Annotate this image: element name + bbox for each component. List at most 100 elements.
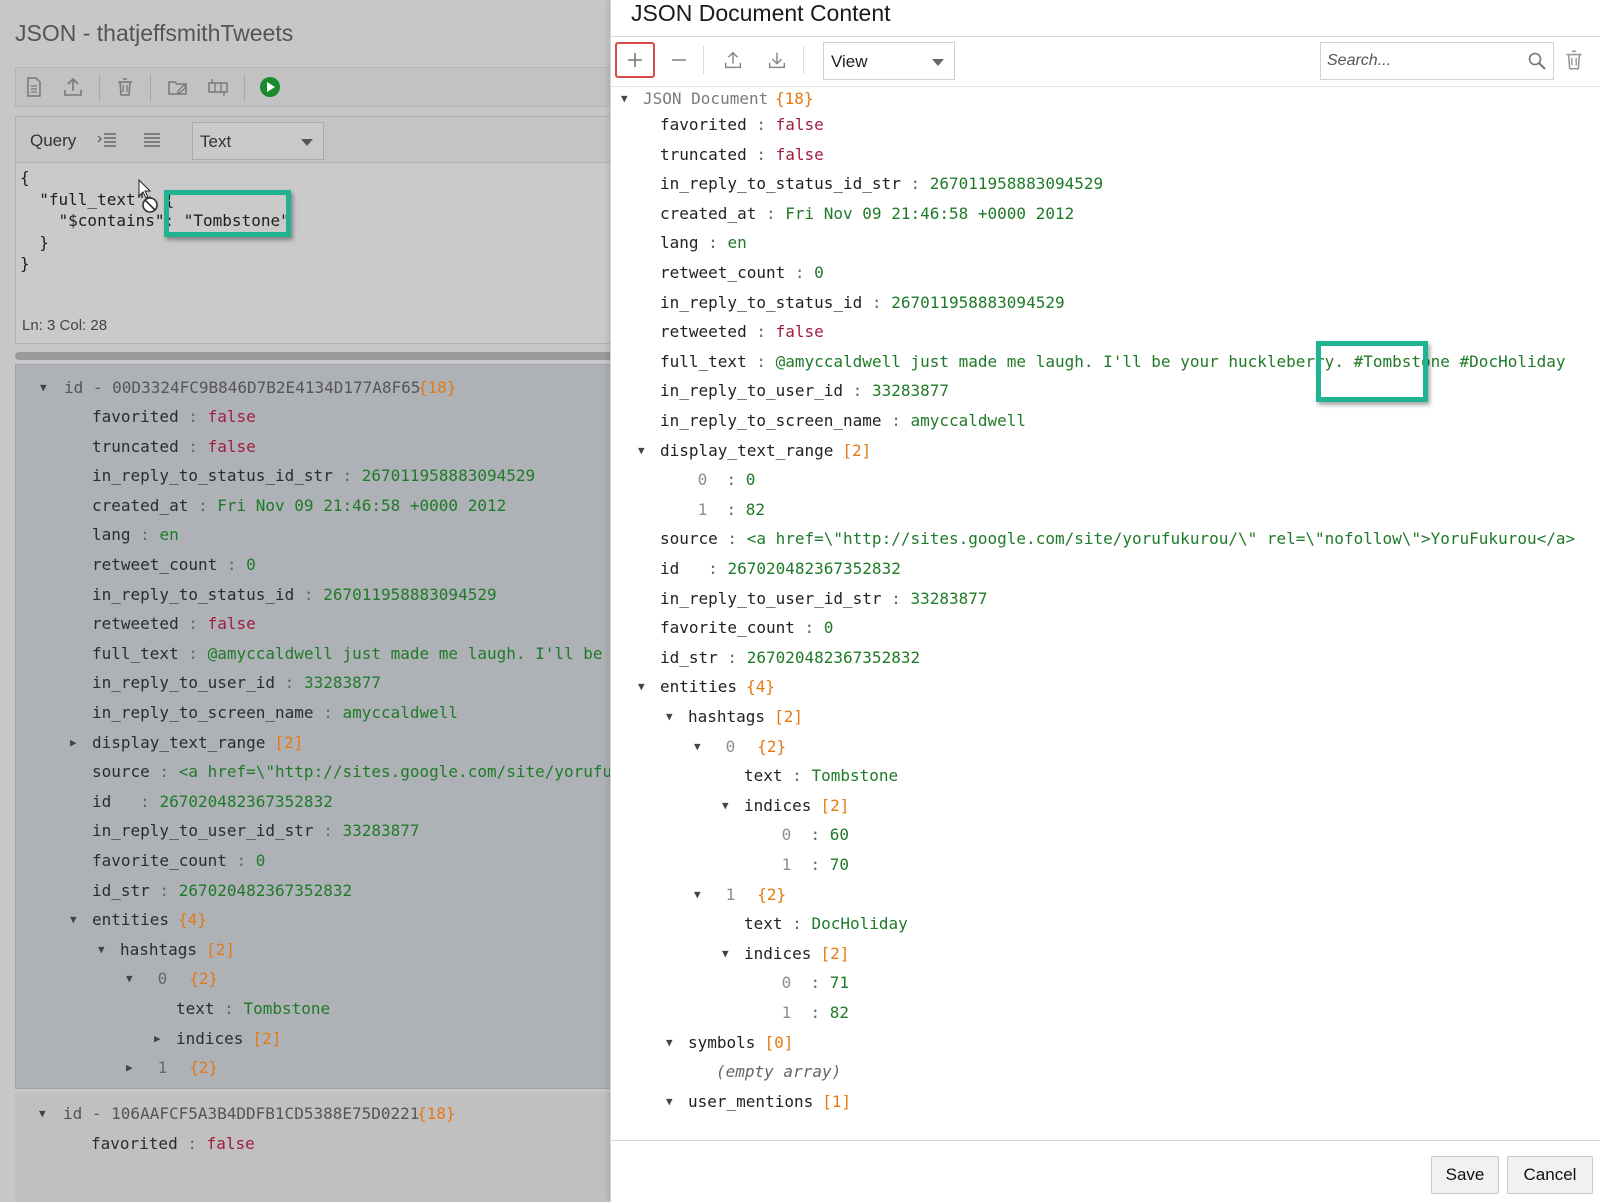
remove-node-button[interactable] [659,42,699,78]
tree-row[interactable]: favorited : false [92,405,256,429]
tree-row[interactable]: in_reply_to_status_id_str : 267011958883… [92,464,535,488]
document-icon[interactable] [22,75,46,99]
tree-row[interactable]: text : Tombstone [744,764,898,788]
tree-row[interactable]: favorited : false [91,1132,255,1156]
search-input[interactable] [1327,50,1517,72]
tree-row[interactable]: 0 : 60 [772,823,849,847]
add-node-button[interactable] [615,42,655,78]
expand-toggle-icon[interactable]: ▼ [621,87,628,111]
tree-row[interactable]: ▶ display_text_range [2] [70,731,303,755]
tree-row[interactable]: lang : en [92,523,179,547]
tree-row[interactable]: created_at : Fri Nov 09 21:46:58 +0000 2… [660,202,1074,226]
tree-row[interactable]: ▼ 1 {2} [694,883,786,907]
tree-row[interactable]: truncated : false [92,435,256,459]
expand-toggle-icon[interactable]: ▶ [154,1027,161,1051]
tree-row[interactable]: id : 267020482367352832 [660,557,901,581]
collapse-toggle-icon[interactable]: ▼ [70,908,77,932]
download-button[interactable] [757,42,797,78]
tree-row[interactable]: source : <a href=\"http://sites.google.c… [92,760,610,784]
save-button[interactable]: Save [1431,1156,1499,1194]
tree-row[interactable]: created_at : Fri Nov 09 21:46:58 +0000 2… [92,494,506,518]
tree-row[interactable]: favorite_count : 0 [660,616,833,640]
tree-row[interactable]: 0 : 71 [772,971,849,995]
tree-row[interactable]: 1 : 82 [772,1001,849,1025]
query-mode-select[interactable]: Text [192,122,324,160]
collapse-toggle-icon[interactable]: ▼ [666,1090,673,1114]
upload-icon[interactable] [61,75,85,99]
tree-row[interactable]: retweet_count : 0 [92,553,256,577]
tree-row[interactable]: 0 : 0 [688,468,756,492]
tree-row[interactable]: ▼ user_mentions [1] [666,1090,851,1114]
collapse-toggle-icon[interactable]: ▼ [98,938,105,962]
tree-row[interactable]: ▼ entities {4} [70,908,207,932]
indent-icon[interactable] [96,129,118,151]
expand-toggle-icon[interactable]: ▼ [40,376,47,400]
tree-row[interactable]: text : DocHoliday [744,912,908,936]
tree-row[interactable]: truncated : false [660,143,824,167]
tree-row[interactable]: full_text : @amyccaldwell just made me l… [92,642,610,666]
collapse-toggle-icon[interactable]: ▼ [638,439,645,463]
tree-row[interactable]: in_reply_to_user_id : 33283877 [92,671,381,695]
collapse-toggle-icon[interactable]: ▼ [694,883,701,907]
tree-row[interactable]: source : <a href=\"http://sites.google.c… [660,527,1575,551]
tree-row[interactable]: retweeted : false [92,612,256,636]
tree-row[interactable]: lang : en [660,231,747,255]
field-value: 33283877 [342,821,420,841]
tree-row[interactable]: 1 : 70 [772,853,849,877]
tree-row[interactable]: ▼ hashtags [2] [98,938,235,962]
run-icon[interactable] [258,75,282,99]
tree-row[interactable]: (empty array) [716,1060,841,1084]
tree-row[interactable]: in_reply_to_user_id_str : 33283877 [92,819,420,843]
tree-row[interactable]: ▼ symbols [0] [666,1031,793,1055]
tree-row[interactable]: ▼ entities {4} [638,675,775,699]
collapse-toggle-icon[interactable]: ▼ [666,1031,673,1055]
tree-row[interactable]: ▼ 0 {2} [694,735,786,759]
collapse-toggle-icon[interactable]: ▼ [126,967,133,991]
tree-row[interactable]: ▶ 1 {2} [126,1056,218,1080]
tree-row[interactable]: in_reply_to_user_id : 33283877 [660,379,949,403]
tree-row[interactable]: ▶ indices [2] [154,1027,281,1051]
expand-toggle-icon[interactable]: ▼ [39,1102,46,1126]
tree-row[interactable]: in_reply_to_screen_name : amyccaldwell [92,701,458,725]
tree-row[interactable]: text : Tombstone [176,997,330,1021]
tree-row[interactable]: ▼ display_text_range [2] [638,439,871,463]
tree-row[interactable]: ▼ indices [2] [722,942,849,966]
tree-row[interactable]: id : 267020482367352832 [92,790,333,814]
indexes-icon[interactable] [206,75,230,99]
tree-row[interactable]: full_text : @amyccaldwell just made me l… [660,350,1566,374]
tree-row[interactable]: favorite_count : 0 [92,849,265,873]
tree-row[interactable]: ▼ indices [2] [722,794,849,818]
tree-row[interactable]: ▼ hashtags [2] [666,705,803,729]
cancel-button[interactable]: Cancel [1507,1156,1593,1194]
tree-row[interactable]: id_str : 267020482367352832 [660,646,920,670]
field-key: retweeted [660,322,747,342]
tree-row[interactable]: in_reply_to_status_id : 2670119588830945… [92,583,497,607]
panel-splitter[interactable] [15,352,610,360]
export-button[interactable] [713,42,753,78]
view-mode-select[interactable]: View [823,42,955,80]
search-field[interactable] [1320,42,1554,80]
collapse-toggle-icon[interactable]: ▼ [638,675,645,699]
query-editor[interactable]: Query Text { "full_text": { "$contains":… [15,116,610,344]
trash-icon[interactable] [113,75,137,99]
tree-row[interactable]: in_reply_to_status_id_str : 267011958883… [660,172,1103,196]
collapse-toggle-icon[interactable]: ▼ [666,705,673,729]
expand-toggle-icon[interactable]: ▶ [70,731,77,755]
trash-icon[interactable] [1561,46,1587,74]
collapse-toggle-icon[interactable]: ▼ [694,735,701,759]
folder-edit-icon[interactable] [166,75,190,99]
expand-toggle-icon[interactable]: ▶ [126,1056,133,1080]
tree-row[interactable]: in_reply_to_status_id : 2670119588830945… [660,291,1065,315]
collapse-toggle-icon[interactable]: ▼ [722,942,729,966]
tree-row[interactable]: in_reply_to_user_id_str : 33283877 [660,587,988,611]
search-icon[interactable] [1527,51,1547,71]
tree-row[interactable]: 1 : 82 [688,498,765,522]
tree-row[interactable]: ▼ 0 {2} [126,967,218,991]
format-icon[interactable] [141,129,163,151]
tree-row[interactable]: retweeted : false [660,320,824,344]
tree-row[interactable]: id_str : 267020482367352832 [92,879,352,903]
tree-row[interactable]: favorited : false [660,113,824,137]
tree-row[interactable]: in_reply_to_screen_name : amyccaldwell [660,409,1026,433]
collapse-toggle-icon[interactable]: ▼ [722,794,729,818]
tree-row[interactable]: retweet_count : 0 [660,261,824,285]
